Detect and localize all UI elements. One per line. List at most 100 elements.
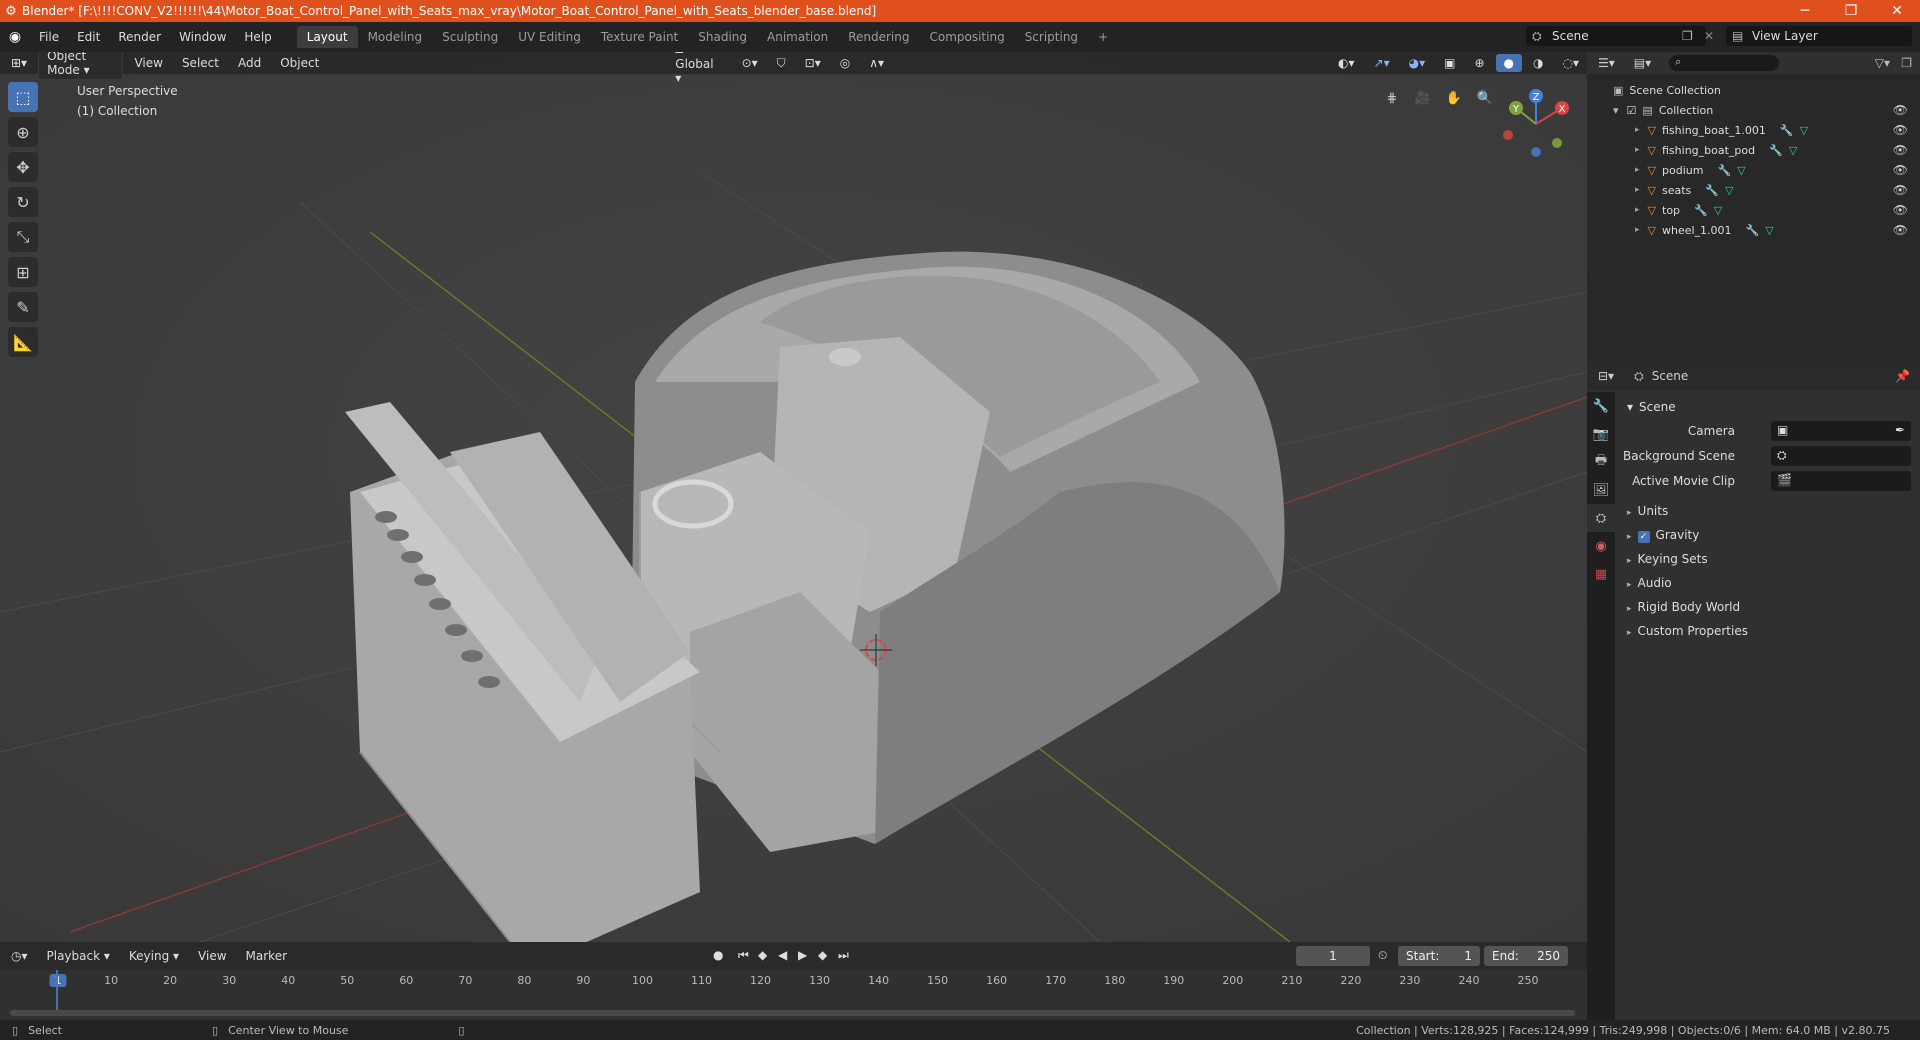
minimize-button[interactable]: ─ — [1782, 3, 1828, 19]
filter-icon[interactable]: ▽▾ — [1875, 56, 1890, 70]
eye-icon[interactable]: 👁 — [1893, 163, 1908, 177]
modifier-icon[interactable]: 🔧 — [1746, 224, 1760, 237]
add-workspace-button[interactable]: + — [1088, 26, 1118, 48]
mesh-data-icon[interactable]: ▽ — [1765, 224, 1773, 237]
viewport-menu-select[interactable]: Select — [174, 54, 227, 72]
prev-keyframe-icon[interactable]: ◆ — [758, 948, 767, 962]
rotate-tool-icon[interactable]: ↻ — [8, 187, 38, 217]
eye-icon[interactable]: 👁 — [1893, 223, 1908, 237]
play-icon[interactable]: ▶ — [798, 948, 807, 962]
tab-texture-paint[interactable]: Texture Paint — [591, 26, 688, 48]
timeline-menu-view[interactable]: View — [190, 947, 234, 965]
mesh-data-icon[interactable]: ▽ — [1714, 204, 1722, 217]
timeline-ruler[interactable]: 1 10 20 30 40 50 60 70 80 90 100 110 120 130 140 150 160… — [0, 970, 1587, 992]
mesh-data-icon[interactable]: ▽ — [1789, 144, 1797, 157]
move-tool-icon[interactable]: ✥ — [8, 152, 38, 182]
collection-row[interactable]: ▾ ☑ ▤ Collection 👁 — [1587, 100, 1920, 120]
timeline-menu-marker[interactable]: Marker — [238, 947, 295, 965]
scene-selector[interactable]: ⛭ Scene — [1526, 26, 1706, 46]
tool-tab-icon[interactable]: 🔧 — [1587, 392, 1615, 420]
gravity-checkbox[interactable]: ✓ — [1637, 531, 1650, 543]
tab-layout[interactable]: Layout — [296, 26, 358, 48]
auto-keying-clock-icon[interactable]: ⏲ — [1378, 948, 1387, 963]
expand-arrow-icon[interactable]: ▸ — [1635, 205, 1640, 215]
new-collection-icon[interactable]: ❐ — [1901, 56, 1912, 70]
scene-collection-row[interactable]: ▣ Scene Collection — [1587, 80, 1920, 100]
menu-file[interactable]: File — [30, 30, 68, 44]
3d-viewport[interactable]: ⊞▾ Object Mode ▾ View Select Add Object … — [0, 52, 1587, 942]
camera-view-icon[interactable]: 🎥 — [1411, 86, 1435, 110]
scale-tool-icon[interactable]: ⤡ — [8, 222, 38, 252]
cursor-tool-icon[interactable]: ⊕ — [8, 117, 38, 147]
property-section-4[interactable]: ▸ Audio — [1627, 576, 1672, 590]
tab-shading[interactable]: Shading — [688, 26, 757, 48]
expand-arrow-icon[interactable]: ▸ — [1635, 225, 1640, 235]
pivot-point-icon[interactable]: ⊙▾ — [734, 54, 766, 72]
menu-render[interactable]: Render — [109, 30, 170, 44]
timeline-scrollbar[interactable] — [10, 1010, 1575, 1016]
eye-icon[interactable]: 👁 — [1893, 103, 1908, 117]
pin-icon[interactable]: 📌 — [1895, 369, 1910, 383]
tab-sculpting[interactable]: Sculpting — [432, 26, 508, 48]
modifier-icon[interactable]: 🔧 — [1705, 184, 1719, 197]
mode-selector[interactable]: Object Mode ▾ — [38, 52, 124, 80]
navigation-gizmo[interactable]: Z X Y — [1498, 86, 1574, 162]
properties-editor-type-icon[interactable]: ⊟▾ — [1590, 367, 1622, 385]
tab-modeling[interactable]: Modeling — [358, 26, 433, 48]
menu-window[interactable]: Window — [170, 30, 235, 44]
property-section-6[interactable]: ▸ Custom Properties — [1627, 624, 1748, 638]
playhead[interactable] — [56, 970, 58, 1014]
close-button[interactable]: ✕ — [1874, 3, 1920, 19]
scene-tab-icon[interactable]: ⛭ — [1587, 504, 1615, 532]
remove-scene-icon[interactable]: ✕ — [1704, 29, 1714, 43]
select-box-tool-icon[interactable]: ⬚ — [8, 82, 38, 112]
tab-scripting[interactable]: Scripting — [1015, 26, 1088, 48]
gizmo-neg-x-icon[interactable] — [1503, 130, 1513, 140]
property-section-5[interactable]: ▸ Rigid Body World — [1627, 600, 1740, 614]
solid-shading-icon[interactable]: ● — [1495, 54, 1523, 72]
camera-field[interactable]: ▣ ✒ — [1771, 421, 1911, 441]
expand-arrow-icon[interactable]: ▸ — [1635, 165, 1640, 175]
tab-rendering[interactable]: Rendering — [838, 26, 919, 48]
outliner-object-row[interactable]: ▸ ▽ seats 🔧 ▽ 👁 — [1587, 180, 1920, 200]
next-keyframe-icon[interactable]: ◆ — [818, 948, 827, 962]
display-mode-icon[interactable]: ▤▾ — [1626, 54, 1659, 72]
eye-icon[interactable]: 👁 — [1893, 203, 1908, 217]
exclude-checkbox[interactable]: ☑ — [1627, 104, 1637, 117]
toggle-grid-icon[interactable]: ⋕ — [1380, 86, 1404, 110]
outliner-search-input[interactable]: ⌕ — [1669, 55, 1780, 71]
expand-arrow-icon[interactable]: ▸ — [1635, 185, 1640, 195]
snap-icon[interactable]: ⛉ — [769, 54, 794, 73]
modifier-icon[interactable]: 🔧 — [1717, 164, 1731, 177]
world-tab-icon[interactable]: ◉ — [1587, 532, 1615, 560]
view-layer-tab-icon[interactable]: 🖼 — [1587, 476, 1615, 504]
modifier-icon[interactable]: 🔧 — [1769, 144, 1783, 157]
viewport-menu-add[interactable]: Add — [230, 54, 269, 72]
menu-edit[interactable]: Edit — [68, 30, 109, 44]
view-layer-selector[interactable]: ▤ View Layer — [1726, 26, 1912, 46]
eyedropper-icon[interactable]: ✒ — [1895, 423, 1905, 437]
editor-type-icon[interactable]: ⊞▾ — [3, 54, 35, 72]
snap-target-icon[interactable]: ⊡▾ — [797, 54, 829, 72]
new-scene-icon[interactable]: ❐ — [1682, 29, 1693, 43]
visibility-icon[interactable]: ◐▾ — [1330, 54, 1363, 72]
outliner-object-row[interactable]: ▸ ▽ wheel_1.001 🔧 ▽ 👁 — [1587, 220, 1920, 240]
pan-view-icon[interactable]: ✋ — [1442, 86, 1466, 110]
falloff-icon[interactable]: ∧▾ — [861, 54, 892, 72]
menu-help[interactable]: Help — [235, 30, 280, 44]
jump-end-icon[interactable]: ⏭ — [838, 948, 849, 963]
zoom-view-icon[interactable]: 🔍 — [1473, 86, 1497, 110]
gizmo-toggle-icon[interactable]: ↗▾ — [1366, 54, 1398, 72]
timeline-menu-keying[interactable]: Keying ▾ — [121, 947, 187, 965]
viewport-menu-object[interactable]: Object — [272, 54, 327, 72]
measure-tool-icon[interactable]: 📐 — [8, 327, 38, 357]
transform-orientation-selector[interactable]: ⟂ Global ▾ — [667, 52, 730, 87]
outliner-editor-type-icon[interactable]: ☰▾ — [1590, 54, 1623, 72]
annotate-tool-icon[interactable]: ✎ — [8, 292, 38, 322]
play-reverse-icon[interactable]: ◀ — [778, 948, 787, 962]
xray-icon[interactable]: ▣ — [1436, 54, 1463, 72]
tab-animation[interactable]: Animation — [757, 26, 838, 48]
transform-tool-icon[interactable]: ⊞ — [8, 257, 38, 287]
texture-tab-icon[interactable]: ▦ — [1587, 560, 1615, 588]
maximize-button[interactable]: ❐ — [1828, 3, 1874, 19]
